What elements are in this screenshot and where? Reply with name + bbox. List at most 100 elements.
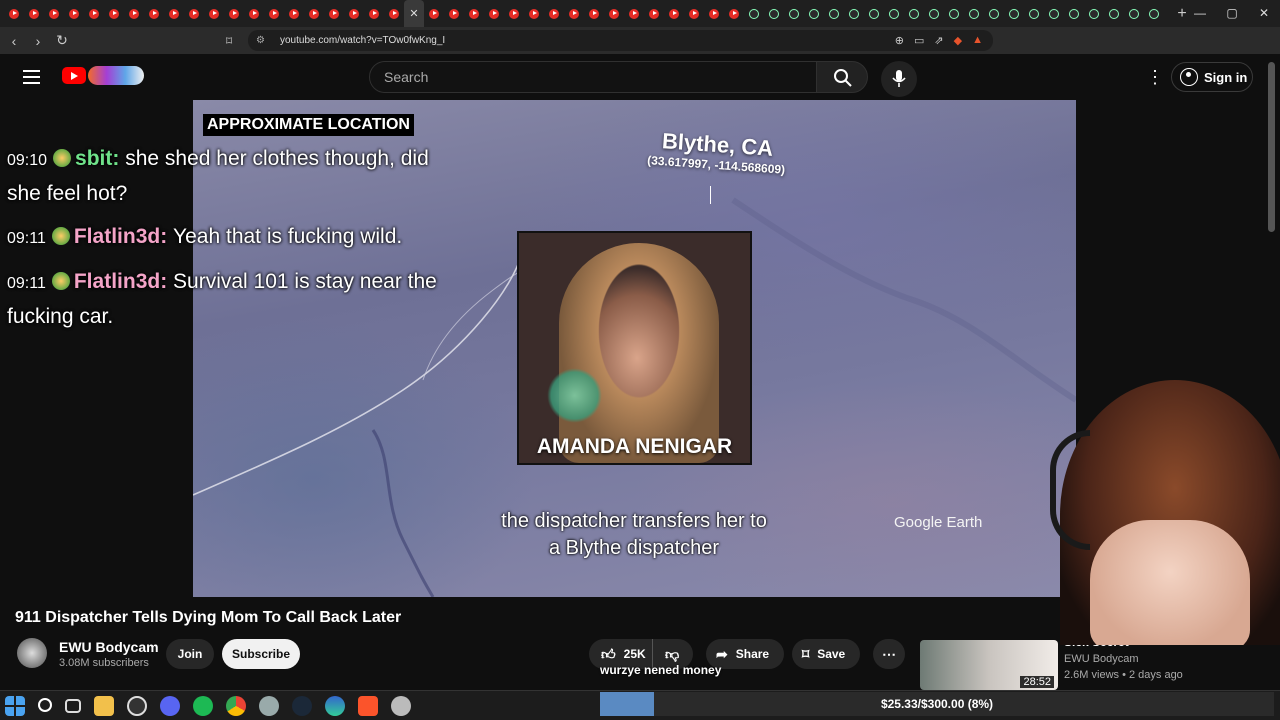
- bookmark-icon[interactable]: ⌑: [226, 34, 232, 48]
- browser-tab[interactable]: [1144, 0, 1164, 27]
- browser-tab[interactable]: [644, 0, 664, 27]
- channel-name[interactable]: EWU Bodycam: [59, 639, 159, 655]
- browser-tab[interactable]: [344, 0, 364, 27]
- browser-tab[interactable]: [84, 0, 104, 27]
- reload-icon[interactable]: ↻: [52, 32, 72, 49]
- app2-icon[interactable]: [391, 696, 411, 716]
- browser-tab[interactable]: [604, 0, 624, 27]
- search-input[interactable]: Search: [369, 61, 817, 93]
- browser-tab[interactable]: [944, 0, 964, 27]
- browser-tab[interactable]: [144, 0, 164, 27]
- cast-icon[interactable]: ▭: [914, 34, 924, 47]
- browser-tab[interactable]: [264, 0, 284, 27]
- browser-tab[interactable]: [64, 0, 84, 27]
- browser-tab[interactable]: [224, 0, 244, 27]
- settings-more-icon[interactable]: ⋮: [1146, 68, 1164, 86]
- browser-tab[interactable]: [684, 0, 704, 27]
- edge-icon[interactable]: [325, 696, 345, 716]
- file-explorer-icon[interactable]: [94, 696, 114, 716]
- browser-tab[interactable]: [1004, 0, 1024, 27]
- browser-tab[interactable]: [444, 0, 464, 27]
- share-page-icon[interactable]: ⇗: [934, 34, 943, 47]
- browser-tab[interactable]: [864, 0, 884, 27]
- chrome-icon[interactable]: [226, 696, 246, 716]
- browser-tab[interactable]: [324, 0, 344, 27]
- youtube-doodle[interactable]: [88, 66, 144, 85]
- url-bar[interactable]: ⌑ ⚙ youtube.com/watch?v=TOw0fwKng_I ⊕ ▭ …: [226, 30, 993, 51]
- task-view-icon[interactable]: [65, 699, 81, 713]
- zoom-icon[interactable]: ⊕: [895, 34, 904, 47]
- subscribe-button[interactable]: Subscribe: [222, 639, 300, 669]
- browser-tab[interactable]: [844, 0, 864, 27]
- browser-tab[interactable]: [164, 0, 184, 27]
- hamburger-menu-icon[interactable]: [23, 70, 40, 84]
- recommended-channel[interactable]: EWU Bodycam: [1064, 653, 1139, 665]
- browser-tab[interactable]: [504, 0, 524, 27]
- browser-tab[interactable]: [784, 0, 804, 27]
- browser-tab[interactable]: [204, 0, 224, 27]
- app-icon[interactable]: [259, 696, 279, 716]
- browser-tab[interactable]: [884, 0, 904, 27]
- join-button[interactable]: Join: [166, 639, 214, 669]
- search-taskbar-icon[interactable]: [38, 698, 52, 712]
- close-tab-icon[interactable]: ✕: [409, 7, 418, 20]
- close-window-icon[interactable]: ✕: [1248, 0, 1280, 27]
- brave-shields-icon[interactable]: ◆: [954, 34, 962, 47]
- more-actions-button[interactable]: ⋯: [873, 639, 905, 669]
- minimize-icon[interactable]: —: [1184, 0, 1216, 27]
- start-icon[interactable]: [5, 696, 25, 716]
- back-icon[interactable]: ‹: [4, 33, 24, 49]
- browser-tab[interactable]: [624, 0, 644, 27]
- browser-tab[interactable]: [424, 0, 444, 27]
- tab-active[interactable]: ✕: [404, 0, 424, 27]
- browser-tab[interactable]: [24, 0, 44, 27]
- spotify-icon[interactable]: [193, 696, 213, 716]
- browser-tab[interactable]: [924, 0, 944, 27]
- dislike-button[interactable]: 👎︎: [653, 646, 679, 663]
- browser-tab[interactable]: [764, 0, 784, 27]
- browser-tab[interactable]: [804, 0, 824, 27]
- browser-tab[interactable]: [1124, 0, 1144, 27]
- channel-avatar[interactable]: [17, 638, 47, 668]
- youtube-logo[interactable]: [62, 67, 86, 84]
- browser-tab[interactable]: [44, 0, 64, 27]
- browser-tab[interactable]: [984, 0, 1004, 27]
- browser-tab[interactable]: [484, 0, 504, 27]
- browser-tab[interactable]: [564, 0, 584, 27]
- browser-tab[interactable]: [724, 0, 744, 27]
- search-button[interactable]: [816, 61, 868, 93]
- browser-tab[interactable]: [1084, 0, 1104, 27]
- browser-tab[interactable]: [824, 0, 844, 27]
- site-info-icon[interactable]: ⚙: [256, 35, 270, 46]
- browser-tab[interactable]: [904, 0, 924, 27]
- browser-tab[interactable]: [1064, 0, 1084, 27]
- maximize-icon[interactable]: ▢: [1216, 0, 1248, 27]
- browser-tab[interactable]: [464, 0, 484, 27]
- browser-tab[interactable]: [964, 0, 984, 27]
- save-button[interactable]: ⌑ Save: [792, 639, 860, 669]
- discord-icon[interactable]: [160, 696, 180, 716]
- brave-icon[interactable]: [358, 696, 378, 716]
- brave-rewards-icon[interactable]: ▲: [972, 34, 983, 47]
- page-scrollbar[interactable]: [1268, 62, 1275, 232]
- browser-tab[interactable]: [544, 0, 564, 27]
- browser-tab[interactable]: [124, 0, 144, 27]
- browser-tab[interactable]: [104, 0, 124, 27]
- browser-tab[interactable]: [384, 0, 404, 27]
- sign-in-button[interactable]: Sign in: [1171, 62, 1253, 92]
- browser-tab[interactable]: [184, 0, 204, 27]
- browser-tab[interactable]: [704, 0, 724, 27]
- browser-tab[interactable]: [1104, 0, 1124, 27]
- steam-icon[interactable]: [292, 696, 312, 716]
- browser-tab[interactable]: [744, 0, 764, 27]
- recommended-thumbnail[interactable]: 28:52: [920, 640, 1058, 690]
- browser-tab[interactable]: [284, 0, 304, 27]
- browser-tab[interactable]: [1024, 0, 1044, 27]
- browser-tab[interactable]: [304, 0, 324, 27]
- browser-tab[interactable]: [4, 0, 24, 27]
- browser-tab[interactable]: [244, 0, 264, 27]
- browser-tab[interactable]: [1044, 0, 1064, 27]
- obs-icon[interactable]: [127, 696, 147, 716]
- browser-tab[interactable]: [584, 0, 604, 27]
- browser-tab[interactable]: [664, 0, 684, 27]
